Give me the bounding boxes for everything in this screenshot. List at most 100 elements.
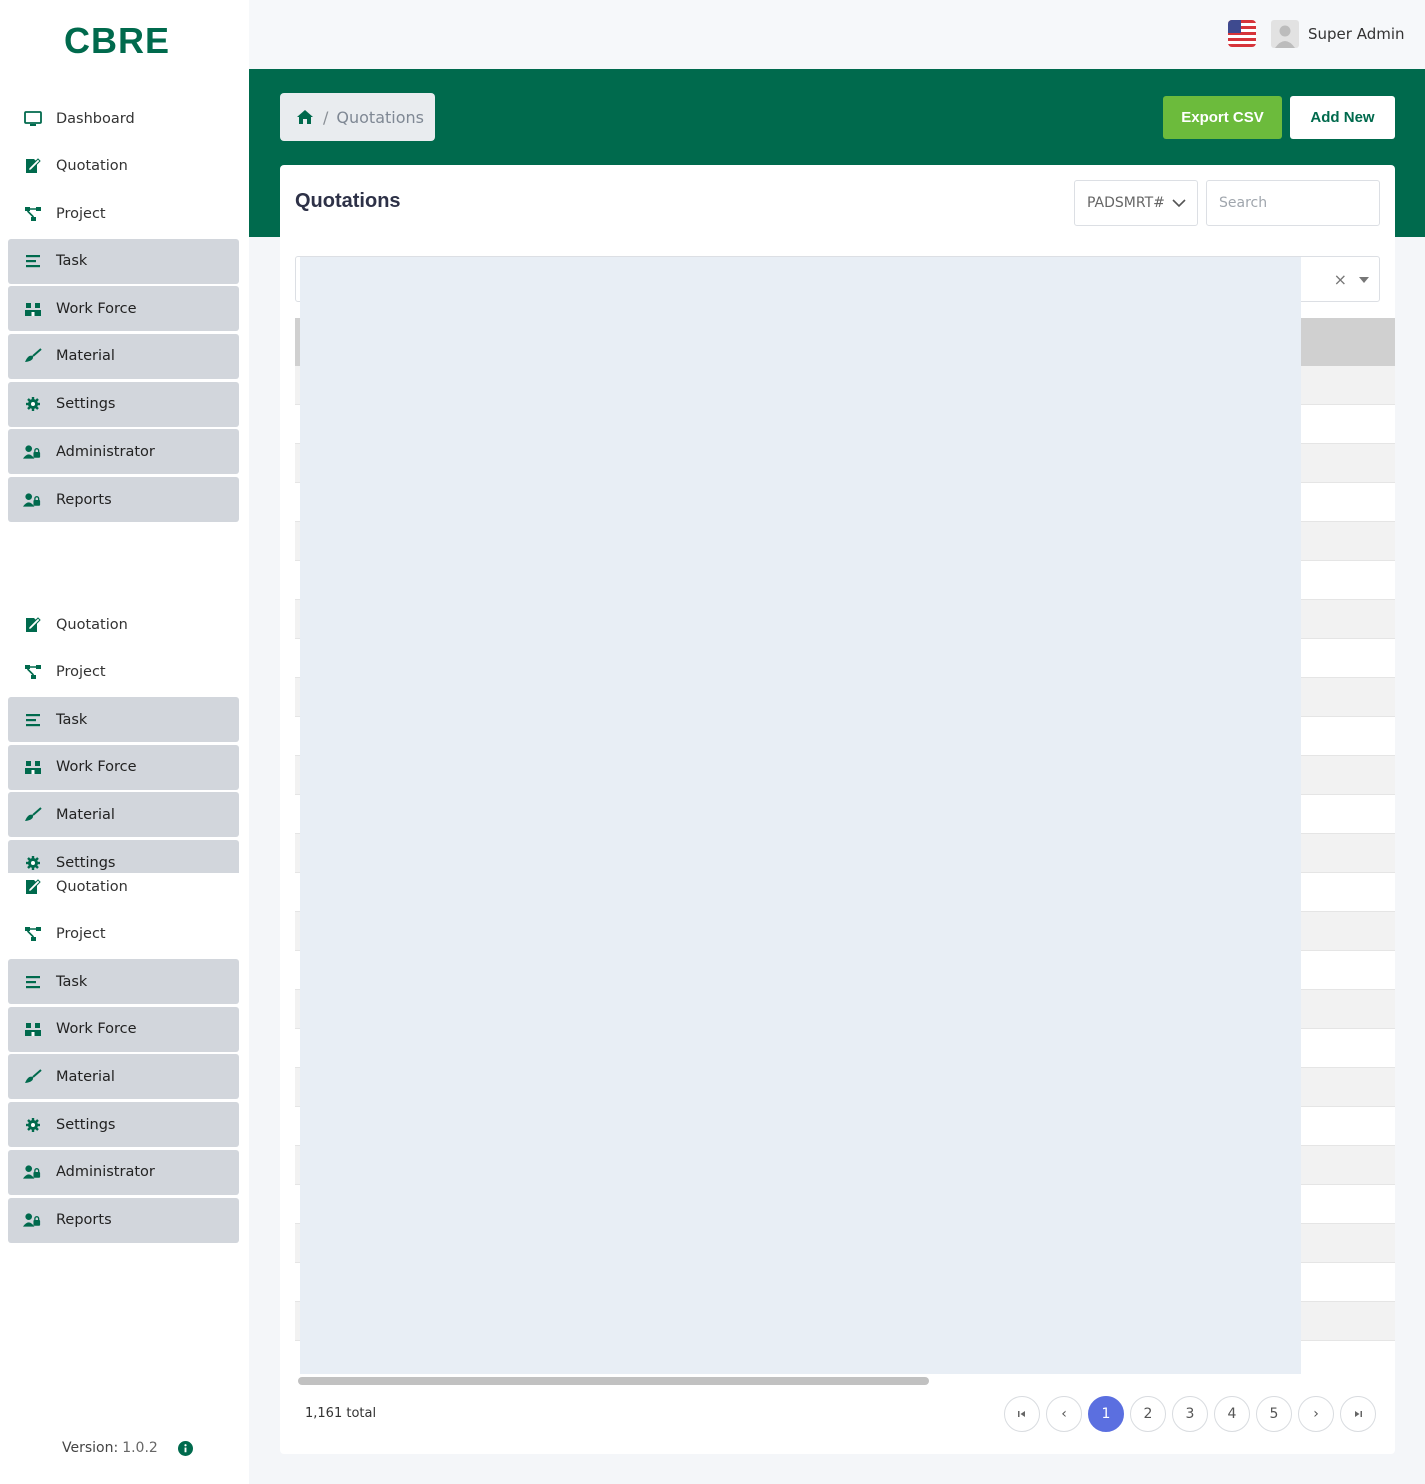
sidebar-item-label: Task [56,711,88,728]
sidebar-item-label: Quotation [56,158,128,174]
sidebar-item-settings[interactable]: Settings [8,381,239,427]
topbar: Super Admin [249,0,1425,69]
svg-text:CBRE: CBRE [64,22,170,58]
sidebar-item-label: Project [56,205,106,222]
list-icon [23,252,42,271]
cbre-logo[interactable]: CBRE [64,22,184,58]
filter-select-value: PADSMRT# [1087,195,1165,211]
page-1-button[interactable]: 1 [1088,1396,1124,1432]
sidebar-item-label: Reports [56,491,112,508]
sidebar-item-administrator[interactable]: Administrator [8,429,239,475]
edit-document-icon [23,877,42,896]
sidebar-item-task[interactable]: Task [8,959,239,1004]
horizontal-scrollbar[interactable] [298,1377,929,1385]
version-number: 1.0.2 [122,1440,158,1456]
info-icon[interactable] [177,1440,193,1456]
sidebar-item-dashboard[interactable]: Dashboard [8,96,239,141]
sidebar-item-settings[interactable]: Settings [8,1102,239,1148]
sidebar-item-label: Dashboard [56,110,135,127]
breadcrumb: / Quotations [280,93,435,141]
gear-icon [23,395,42,414]
sidebar: CBRE Dashboard Quotation Project Task Work F… [0,0,249,1484]
add-new-button[interactable]: Add New [1290,96,1395,139]
page-3-button[interactable]: 3 [1172,1396,1208,1432]
sidebar-item-label: Material [56,806,115,823]
page-title: Quotations [295,190,401,212]
sidebar-nav-primary: Dashboard Quotation Project Task Work Force M… [0,94,249,524]
sidebar-nav-duplicate-2: Quotation Project Task Work Force Material Se… [0,863,249,1243]
sidebar-item-label: Administrator [56,1164,155,1181]
home-icon[interactable] [296,109,314,125]
sidebar-item-work-force[interactable]: Work Force [8,744,239,790]
brush-icon [23,347,42,366]
list-icon [23,710,42,729]
version-label: Version: [62,1440,119,1456]
user-lock-icon [23,490,42,509]
sidebar-item-label: Task [56,973,88,990]
sidebar-item-quotation[interactable]: Quotation [8,864,239,909]
user-avatar-icon [1275,25,1295,48]
last-page-button[interactable] [1340,1396,1376,1432]
sitemap-icon [23,925,42,944]
sidebar-item-work-force[interactable]: Work Force [8,286,239,332]
sidebar-item-project[interactable]: Project [8,191,239,236]
first-page-icon [1018,1411,1025,1417]
search-input[interactable] [1206,180,1380,226]
sidebar-item-label: Settings [56,396,116,413]
breadcrumb-separator: / [323,107,329,127]
sidebar-item-work-force[interactable]: Work Force [8,1006,239,1052]
sidebar-nav-duplicate: Quotation Project Task Work Force Material Se… [0,600,249,873]
page-5-button[interactable]: 5 [1256,1396,1292,1432]
sidebar-item-label: Quotation [56,878,128,895]
sidebar-item-quotation[interactable]: Quotation [8,602,239,647]
brush-icon [23,805,42,824]
sidebar-item-material[interactable]: Material [8,792,239,838]
sidebar-item-material[interactable]: Material [8,1054,239,1100]
sitemap-icon [23,204,42,223]
breadcrumb-current: Quotations [336,107,424,127]
sidebar-item-quotation[interactable]: Quotation [8,144,239,189]
prev-page-button[interactable]: ‹ [1046,1396,1082,1432]
sidebar-item-reports[interactable]: Reports [8,1197,239,1243]
workforce-icon [23,1020,42,1039]
gear-icon [23,1115,42,1134]
brush-icon [23,1067,42,1086]
us-flag-icon[interactable] [1228,20,1256,47]
caret-down-icon[interactable] [1359,277,1369,283]
user-lock-icon [23,1211,42,1230]
workforce-icon [23,758,42,777]
chevron-down-icon [1172,199,1186,208]
sidebar-item-task[interactable]: Task [8,697,239,742]
page-2-button[interactable]: 2 [1130,1396,1166,1432]
sidebar-item-project[interactable]: Project [8,912,239,957]
user-lock-icon [23,442,42,461]
sidebar-item-label: Task [56,253,88,269]
edit-document-icon [23,615,42,634]
edit-document-icon [23,157,42,176]
clear-icon[interactable]: × [1334,270,1347,289]
next-page-button[interactable]: › [1298,1396,1334,1432]
sidebar-item-material[interactable]: Material [8,333,239,379]
username[interactable]: Super Admin [1308,25,1405,43]
version-info: Version: 1.0.2 [62,1440,193,1456]
sidebar-item-label: Administrator [56,443,155,460]
sidebar-item-label: Project [56,926,106,942]
export-csv-button[interactable]: Export CSV [1163,96,1282,139]
monitor-icon [23,109,42,128]
sidebar-item-reports[interactable]: Reports [8,477,239,522]
sidebar-item-administrator[interactable]: Administrator [8,1149,239,1195]
page-4-button[interactable]: 4 [1214,1396,1250,1432]
sidebar-item-label: Work Force [56,1021,137,1038]
avatar[interactable] [1271,20,1299,48]
last-page-icon [1355,1411,1362,1417]
sidebar-item-project[interactable]: Project [8,650,239,695]
sidebar-item-label: Material [56,348,115,365]
first-page-button[interactable] [1004,1396,1040,1432]
sitemap-icon [23,663,42,682]
user-lock-icon [23,1163,42,1182]
sidebar-item-label: Project [56,664,106,680]
filter-select[interactable]: PADSMRT# [1074,180,1198,226]
sidebar-item-label: Settings [56,1116,116,1133]
workforce-icon [23,299,42,318]
sidebar-item-task[interactable]: Task [8,238,239,284]
